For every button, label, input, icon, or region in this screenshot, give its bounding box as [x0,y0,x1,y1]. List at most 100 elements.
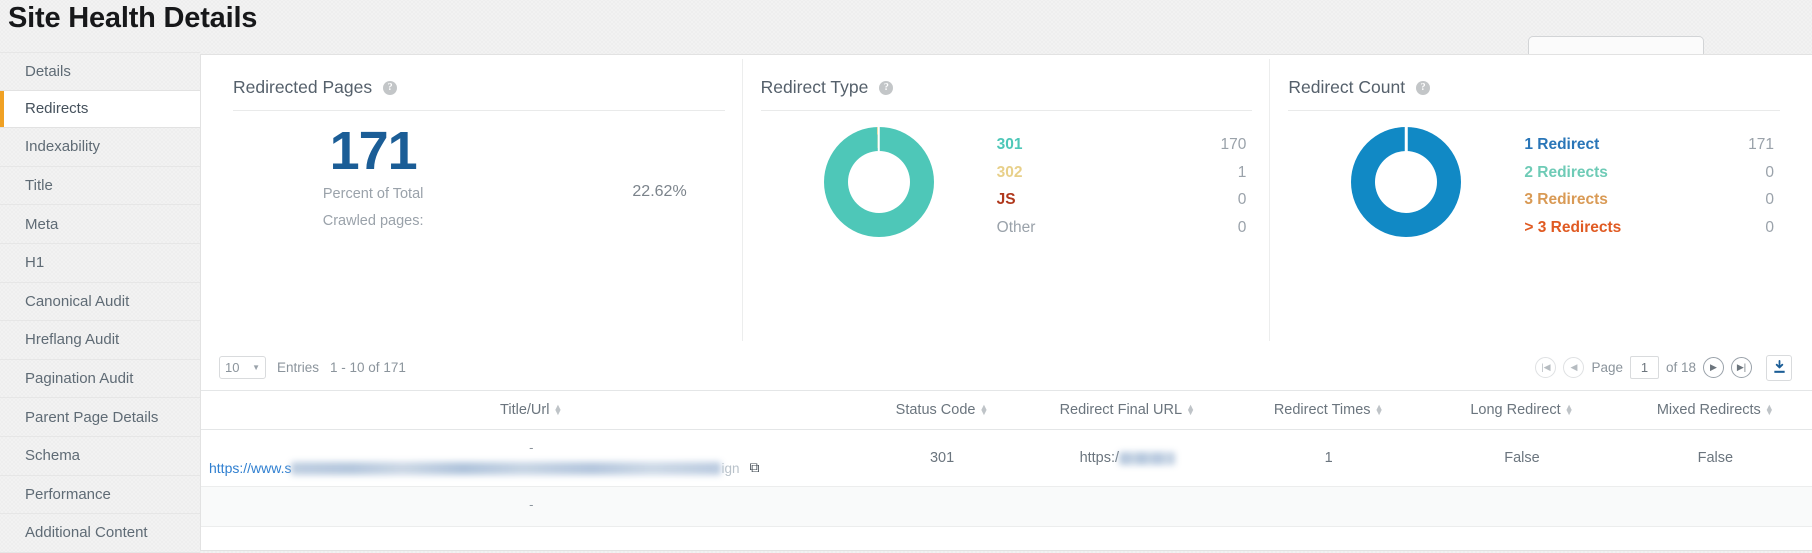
column-header-mixed-redirects[interactable]: Mixed Redirects ▲ ▼ [1618,390,1812,430]
cell-title-url: - [201,486,862,527]
donut-gap [877,127,880,152]
column-header-redirect-times[interactable]: Redirect Times ▲ ▼ [1232,390,1426,430]
cell-redirect-final-url: https:/ [1022,429,1233,487]
legend-value: 0 [1237,218,1247,236]
sidebar-item-details[interactable]: Details [0,52,200,91]
cell-redirect-times[interactable]: 1 [1232,429,1426,487]
sidebar-item-additional-content[interactable]: Additional Content [0,514,200,553]
cell-long-redirect [1425,486,1619,527]
redirect-count-donut-chart [1351,127,1462,237]
redirected-pages-value: 171 [329,121,418,181]
entries-per-page-select[interactable]: 10 ▼ [219,356,266,379]
column-header-label: Long Redirect [1470,402,1561,418]
sidebar-item-label: H1 [25,254,45,272]
card-title: Redirect Type [760,77,869,97]
donut-holder [761,127,997,237]
legend-row[interactable]: JS 0 [997,186,1253,214]
column-header-label: Redirect Final URL [1059,402,1183,418]
previous-page-icon[interactable]: ◀ [1563,357,1585,378]
last-page-icon[interactable]: ▶| [1731,357,1752,378]
legend-row[interactable]: > 3 Redirects 0 [1524,214,1780,242]
sidebar-item-title[interactable]: Title [0,167,200,206]
card-redirected-pages: Redirected Pages ? 171 Percent of Total … [215,55,743,345]
donut-body: 1 Redirect 171 2 Redirects 0 3 Redirects 0 > 3… [1288,111,1780,241]
legend-label: > 3 Redirects [1524,218,1622,236]
table-header: Title/Url ▲ ▼ Status Code ▲ ▼ Redirect Final U… [201,390,1812,430]
sidebar-item-redirects[interactable]: Redirects [0,89,200,129]
row-url-line: https://www.s ign ⧉ [209,459,854,476]
column-header-title-url[interactable]: Title/Url ▲ ▼ [201,390,862,430]
help-circle-icon[interactable]: ? [1416,80,1431,95]
sort-toggle-icon[interactable]: ▲ ▼ [553,402,562,417]
summary-cards: Redirected Pages ? 171 Percent of Total … [201,55,1812,345]
legend-label: 2 Redirects [1524,163,1608,181]
legend-label: 302 [996,163,1023,181]
sort-toggle-icon[interactable]: ▲ ▼ [1765,402,1774,417]
redacted-url-text [291,462,722,476]
sidebar-item-label: Meta [25,215,59,233]
legend-row[interactable]: 2 Redirects 0 [1524,159,1780,187]
page-number-input[interactable] [1629,356,1659,379]
sidebar-item-indexability[interactable]: Indexability [0,128,200,167]
redirect-count-legend: 1 Redirect 171 2 Redirects 0 3 Redirects 0 > 3… [1524,127,1780,241]
help-circle-icon[interactable]: ? [383,80,398,95]
next-page-icon[interactable]: ▶ [1703,357,1724,378]
copy-icon[interactable]: ⧉ [749,459,759,476]
table-row[interactable]: - [201,486,1812,527]
percent-of-total-value: 22.62% [632,183,687,200]
sidebar-item-h1[interactable]: H1 [0,244,200,283]
download-icon[interactable] [1766,354,1792,381]
redirect-type-donut-chart [823,127,934,237]
sidebar-item-label: Details [25,62,71,80]
cell-title-url: - https://www.s ign ⧉ [201,429,862,487]
legend-row[interactable]: 3 Redirects 0 [1524,186,1780,214]
legend-row[interactable]: 302 1 [997,159,1253,187]
legend-row[interactable]: 1 Redirect 171 [1524,131,1780,159]
column-header-label: Redirect Times [1273,402,1371,418]
legend-value: 1 [1237,163,1247,181]
sidebar-item-parent-page-details[interactable]: Parent Page Details [0,398,200,437]
table-row[interactable]: - https://www.s ign ⧉ 301 https:/ 1 False… [201,429,1812,487]
row-title: - [529,497,534,512]
sidebar-item-meta[interactable]: Meta [0,205,200,244]
cell-status-code: 301 [861,429,1023,487]
sidebar-item-label: Hreflang Audit [25,331,120,349]
sidebar-item-hreflang-audit[interactable]: Hreflang Audit [0,321,200,360]
page-label: Page [1591,360,1623,375]
card-header: Redirect Type ? [760,77,1253,111]
sidebar-item-label: Performance [25,485,111,503]
sort-toggle-icon[interactable]: ▲ ▼ [1186,402,1195,417]
legend-label: 3 Redirects [1524,191,1608,209]
sort-toggle-icon[interactable]: ▲ ▼ [1565,402,1574,417]
kpi-body: 171 Percent of Total Crawled pages: 22.6… [233,111,725,235]
column-header-long-redirect[interactable]: Long Redirect ▲ ▼ [1425,390,1619,430]
legend-value: 0 [1765,191,1775,209]
sidebar-item-label: Title [25,177,53,195]
card-redirect-count: Redirect Count ? 1 Redirect 171 2 Redirect… [1269,55,1798,345]
legend-row[interactable]: 301 170 [997,131,1253,159]
card-title: Redirected Pages [233,77,373,97]
sort-toggle-icon[interactable]: ▲ ▼ [1375,402,1384,417]
legend-value: 0 [1237,191,1247,209]
cell-mixed-redirects [1618,486,1812,527]
redacted-final-url [1119,451,1176,465]
sidebar-item-schema[interactable]: Schema [0,437,200,476]
main-panel: Redirected Pages ? 171 Percent of Total … [200,54,1812,551]
table-toolbar: 10 ▼ Entries 1 - 10 of 171 |◀ ◀ Page of … [201,345,1812,390]
sidebar-item-pagination-audit[interactable]: Pagination Audit [0,360,200,399]
redirect-type-legend: 301 170 302 1 JS 0 Other 0 [997,127,1253,241]
help-circle-icon[interactable]: ? [879,80,894,95]
legend-row[interactable]: Other 0 [997,214,1253,242]
toolbar-left: 10 ▼ Entries 1 - 10 of 171 [219,356,406,379]
sidebar: Details Redirects Indexability Title Meta H1 C… [0,52,200,553]
column-header-status-code[interactable]: Status Code ▲ ▼ [861,390,1023,430]
sidebar-item-performance[interactable]: Performance [0,476,200,515]
column-header-redirect-final-url[interactable]: Redirect Final URL ▲ ▼ [1022,390,1233,430]
kpi-main: 171 Percent of Total Crawled pages: [233,121,513,235]
row-url-link[interactable]: https://www.s ign [209,460,739,476]
sort-toggle-icon[interactable]: ▲ ▼ [979,402,989,417]
sidebar-item-canonical-audit[interactable]: Canonical Audit [0,283,200,322]
first-page-icon[interactable]: |◀ [1535,357,1557,378]
pagination-controls: |◀ ◀ Page of 18 ▶ ▶| [1535,354,1792,381]
column-header-label: Status Code [895,402,976,418]
